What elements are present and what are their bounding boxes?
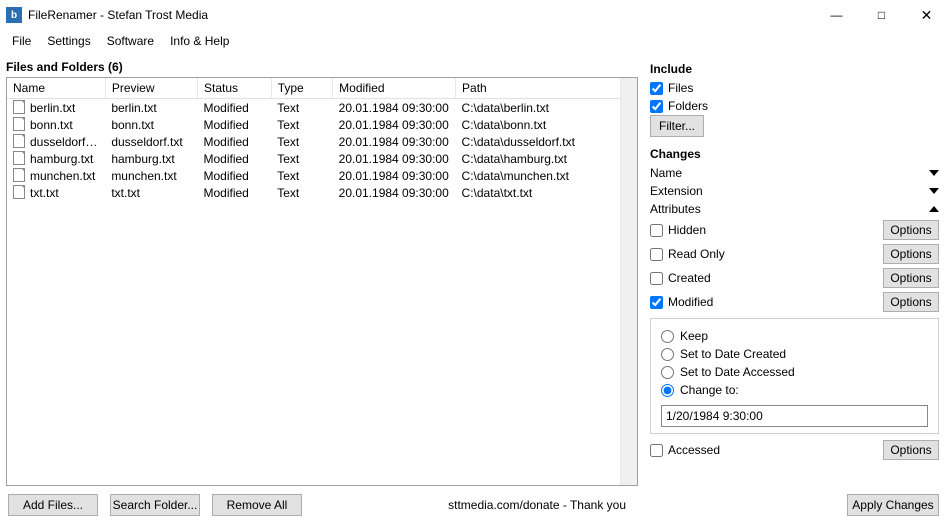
chevron-down-icon [929,170,939,176]
chevron-up-icon [929,206,939,212]
table-row[interactable]: dusseldorf.txtdusseldorf.txtModifiedText… [7,133,622,150]
col-preview[interactable]: Preview [105,78,197,99]
readonly-check[interactable]: Read Only [650,247,725,261]
file-icon [13,117,25,131]
include-heading: Include [650,62,939,76]
modified-options-panel: Keep Set to Date Created Set to Date Acc… [650,318,939,434]
table-row[interactable]: txt.txttxt.txtModifiedText20.01.1984 09:… [7,184,622,201]
menu-file[interactable]: File [4,34,39,48]
table-row[interactable]: bonn.txtbonn.txtModifiedText20.01.1984 0… [7,116,622,133]
col-type[interactable]: Type [271,78,332,99]
col-name[interactable]: Name [7,78,105,99]
col-path[interactable]: Path [456,78,622,99]
chevron-down-icon [929,188,939,194]
remove-all-button[interactable]: Remove All [212,494,302,516]
filter-button[interactable]: Filter... [650,115,704,137]
file-icon [13,168,25,182]
created-options-button[interactable]: Options [883,268,939,288]
file-icon [13,185,25,199]
file-icon [13,134,25,148]
window-title: FileRenamer - Stefan Trost Media [28,8,208,22]
footer-message: sttmedia.com/donate - Thank you [448,498,626,512]
changes-extension-row[interactable]: Extension [650,184,939,198]
minimize-button[interactable]: ― [814,0,859,30]
radio-keep[interactable]: Keep [661,329,928,343]
table-row[interactable]: munchen.txtmunchen.txtModifiedText20.01.… [7,167,622,184]
hidden-check[interactable]: Hidden [650,223,706,237]
modified-options-button[interactable]: Options [883,292,939,312]
file-table: Name Preview Status Type Modified Path b… [6,77,638,486]
col-status[interactable]: Status [197,78,271,99]
radio-set-created[interactable]: Set to Date Created [661,347,928,361]
menu-settings[interactable]: Settings [39,34,98,48]
change-to-input[interactable] [661,405,928,427]
app-icon: b [6,7,22,23]
close-button[interactable]: ✕ [904,0,949,30]
include-files-check[interactable]: Files [650,81,939,95]
table-row[interactable]: berlin.txtberlin.txtModifiedText20.01.19… [7,99,622,117]
radio-change-to[interactable]: Change to: [661,383,928,397]
accessed-options-button[interactable]: Options [883,440,939,460]
file-icon [13,151,25,165]
title-bar: b FileRenamer - Stefan Trost Media ― □ ✕ [0,0,949,30]
menu-info[interactable]: Info & Help [162,34,237,48]
files-heading: Files and Folders (6) [6,60,638,74]
maximize-button[interactable]: □ [859,0,904,30]
accessed-check[interactable]: Accessed [650,443,720,457]
changes-name-row[interactable]: Name [650,166,939,180]
created-check[interactable]: Created [650,271,711,285]
modified-check[interactable]: Modified [650,295,713,309]
changes-heading: Changes [650,147,939,161]
menu-software[interactable]: Software [99,34,162,48]
apply-changes-button[interactable]: Apply Changes [847,494,939,516]
radio-set-accessed[interactable]: Set to Date Accessed [661,365,928,379]
menu-bar: File Settings Software Info & Help [0,30,949,52]
add-files-button[interactable]: Add Files... [8,494,98,516]
readonly-options-button[interactable]: Options [883,244,939,264]
hidden-options-button[interactable]: Options [883,220,939,240]
file-icon [13,100,25,114]
table-row[interactable]: hamburg.txthamburg.txtModifiedText20.01.… [7,150,622,167]
include-folders-check[interactable]: Folders [650,99,939,113]
col-modified[interactable]: Modified [333,78,456,99]
changes-attributes-row[interactable]: Attributes [650,202,939,216]
search-folder-button[interactable]: Search Folder... [110,494,200,516]
